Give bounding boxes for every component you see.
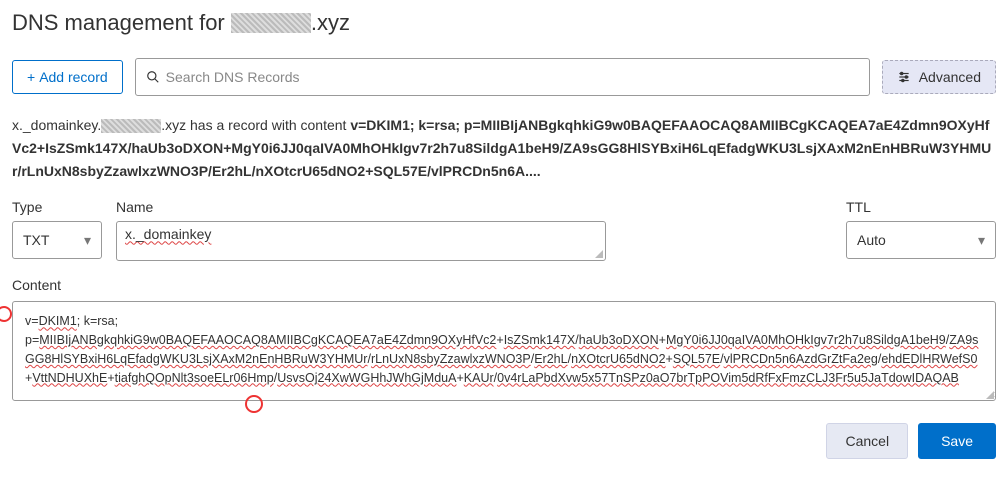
content-label: Content (12, 277, 996, 293)
resize-handle-icon (595, 250, 603, 258)
content-seg: + (496, 333, 503, 347)
content-seg: haUb3oDXON (579, 333, 659, 347)
summary-host-prefix: x._domainkey. (12, 117, 101, 133)
content-seg: tiafghQOpNlt3soeELr06Hmp (115, 371, 274, 385)
ttl-field: TTL Auto ▾ (846, 199, 996, 261)
toolbar: + Add record Advanced (12, 58, 996, 96)
search-input[interactable] (166, 69, 859, 85)
content-field: Content v=DKIM1; k=rsa; p=MIIBIjANBgkqhk… (12, 277, 996, 401)
name-label: Name (116, 199, 606, 215)
content-textarea[interactable]: v=DKIM1; k=rsa; p=MIIBIjANBgkqhkiG9w0BAQ… (12, 301, 996, 401)
settings-icon (897, 70, 911, 84)
content-seg: ; k=rsa; (77, 314, 118, 328)
page-title-suffix: .xyz (311, 10, 350, 35)
search-icon (146, 70, 160, 84)
page-title: DNS management for .xyz (12, 10, 996, 36)
content-seg: MgY0i6JJ0qaIVA0MhOHkIgv7r2h7u8SildgA1beH… (666, 333, 946, 347)
content-seg: MIIBIjANBgkqhkiG9w0BAQEFAAOCAQ8AMIIBCgKC… (39, 333, 496, 347)
content-seg: UsvsOj24XwWGHhJWhGjMduA (277, 371, 456, 385)
content-seg: 0v4rLaPbdXvw5x57TnSPz0aO7brTpPOVim5dRfFx… (497, 371, 959, 385)
save-button[interactable]: Save (918, 423, 996, 459)
redacted-host (101, 119, 161, 133)
content-seg: ehdEDlHRWefS0 (881, 352, 977, 366)
chevron-down-icon: ▾ (84, 232, 91, 249)
add-record-button[interactable]: + Add record (12, 60, 123, 94)
content-seg: IsZSmk147X (504, 333, 576, 347)
add-record-label: Add record (39, 69, 107, 85)
content-seg: rLnUxN8sbyZzawlxzWNO3P (371, 352, 531, 366)
page-title-prefix: DNS management for (12, 10, 231, 35)
chevron-down-icon: ▾ (978, 232, 985, 249)
ttl-value: Auto (857, 232, 886, 248)
record-summary: x._domainkey. .xyz has a record with cont… (12, 114, 996, 183)
summary-lead-mid: has a record with content (186, 117, 350, 133)
resize-handle-icon (986, 391, 994, 399)
type-select[interactable]: TXT ▾ (12, 221, 102, 259)
name-field: Name x._domainkey (116, 199, 606, 261)
footer-actions: Cancel Save (12, 423, 996, 459)
content-seg: KAUr (464, 371, 494, 385)
summary-host-suffix: .xyz (161, 117, 186, 133)
ttl-label: TTL (846, 199, 996, 215)
content-seg: p= (25, 333, 39, 347)
name-input[interactable]: x._domainkey (116, 221, 606, 261)
content-seg: VttNDHUXhE (32, 371, 107, 385)
plus-icon: + (27, 69, 35, 85)
content-seg: + (107, 371, 114, 385)
type-field: Type TXT ▾ (12, 199, 102, 261)
content-seg: SQL57E (673, 352, 720, 366)
redacted-domain (231, 13, 311, 33)
content-seg: + (666, 352, 673, 366)
name-value: x._domainkey (125, 226, 211, 242)
content-seg: vlPRCDn5n6AzdGrZtFa2eg (724, 352, 878, 366)
content-seg: nXOtcrU65dNO2 (571, 352, 665, 366)
search-field[interactable] (135, 58, 870, 96)
cancel-button[interactable]: Cancel (826, 423, 908, 459)
content-seg: + (659, 333, 666, 347)
ttl-select[interactable]: Auto ▾ (846, 221, 996, 259)
type-label: Type (12, 199, 102, 215)
annotation-circle-icon (0, 306, 12, 322)
content-seg: v= (25, 314, 39, 328)
advanced-button[interactable]: Advanced (882, 60, 996, 94)
advanced-label: Advanced (919, 69, 981, 85)
content-seg: DKIM1 (39, 314, 77, 328)
field-row: Type TXT ▾ Name x._domainkey TTL Auto ▾ (12, 199, 996, 261)
content-seg: + (456, 371, 463, 385)
content-seg: Er2hL (534, 352, 567, 366)
type-value: TXT (23, 232, 49, 248)
